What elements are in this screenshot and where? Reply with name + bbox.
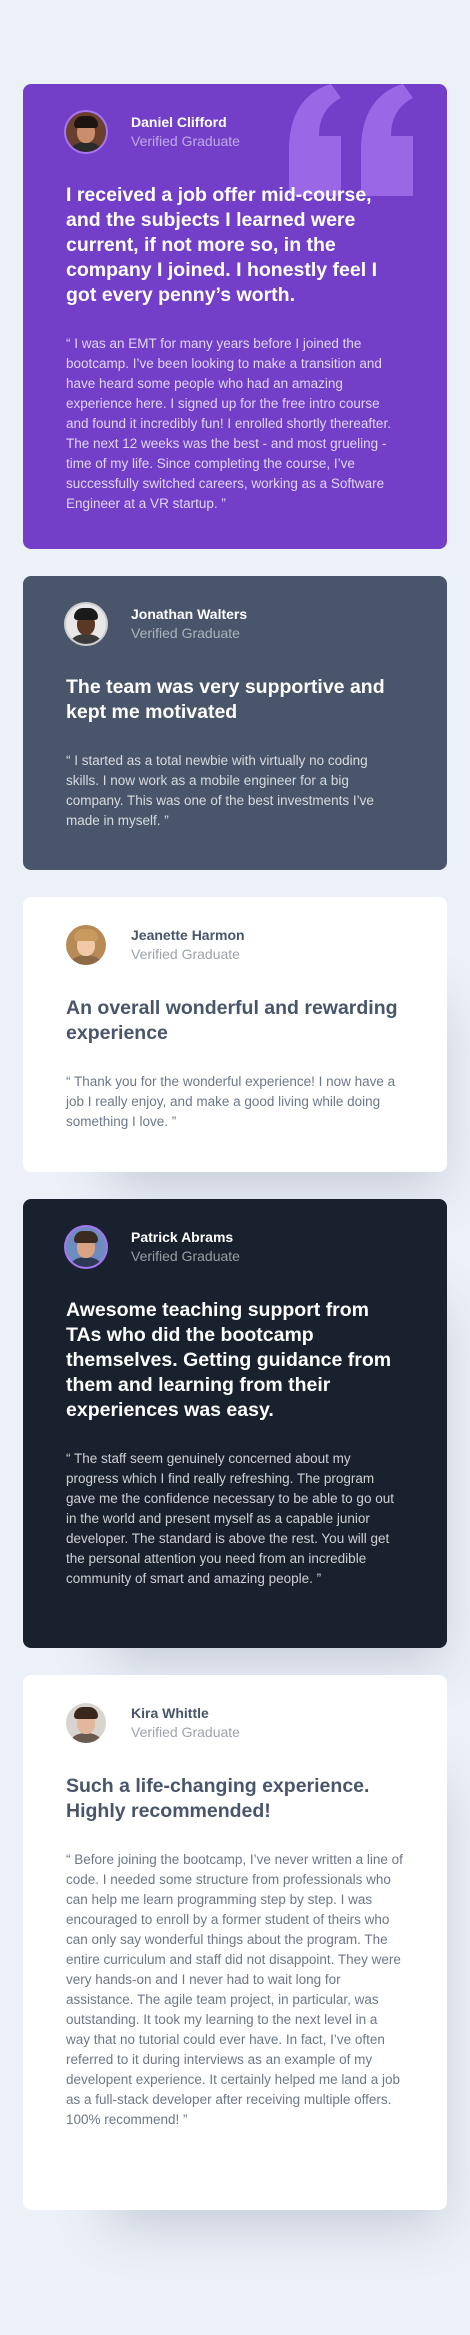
testimonial-quote: “ The staff seem genuinely concerned abo… (66, 1451, 394, 1586)
testimonial-card-patrick: Patrick Abrams Verified Graduate Awesome… (23, 1199, 447, 1648)
avatar-kira (66, 1703, 106, 1743)
testimonial-title: I received a job offer mid-course, and t… (66, 184, 377, 306)
author-name: Kira Whittle (131, 1705, 209, 1721)
author-info: Jonathan Walters Verified Graduate (131, 605, 247, 643)
testimonial-card-kira: Kira Whittle Verified Graduate Such a li… (23, 1675, 447, 2210)
testimonial-quote: “ I started as a total newbie with virtu… (66, 753, 374, 828)
author-info: Kira Whittle Verified Graduate (131, 1704, 240, 1742)
testimonial-header: Jeanette Harmon Verified Graduate (66, 925, 403, 965)
testimonial-header: Kira Whittle Verified Graduate (66, 1703, 403, 1743)
author-name: Daniel Clifford (131, 114, 227, 130)
testimonial-title: Such a life-changing experience. Highly … (66, 1775, 370, 1822)
author-name: Jonathan Walters (131, 606, 248, 622)
author-role: Verified Graduate (131, 133, 240, 149)
author-role: Verified Graduate (131, 1724, 240, 1740)
testimonial-card-daniel: Daniel Clifford Verified Graduate I rece… (23, 84, 447, 549)
testimonial-title: Awesome teaching support from TAs who di… (66, 1299, 392, 1421)
author-role: Verified Graduate (131, 946, 240, 962)
avatar-jonathan (66, 604, 106, 644)
testimonial-quote: “ Before joining the bootcamp, I’ve neve… (66, 1852, 403, 2127)
author-role: Verified Graduate (131, 1248, 240, 1264)
avatar-patrick (66, 1227, 106, 1267)
author-role: Verified Graduate (131, 625, 240, 641)
testimonial-header: Jonathan Walters Verified Graduate (66, 604, 403, 644)
testimonial-card-jeanette: Jeanette Harmon Verified Graduate An ove… (23, 897, 447, 1172)
author-name: Jeanette Harmon (131, 927, 245, 943)
testimonial-header: Patrick Abrams Verified Graduate (66, 1227, 403, 1267)
testimonial-header: Daniel Clifford Verified Graduate (66, 112, 403, 152)
testimonial-card-jonathan: Jonathan Walters Verified Graduate The t… (23, 576, 447, 870)
testimonial-quote: “ Thank you for the wonderful experience… (66, 1074, 396, 1129)
author-info: Patrick Abrams Verified Graduate (131, 1228, 240, 1266)
avatar-jeanette (66, 925, 106, 965)
testimonial-title: An overall wonderful and rewarding exper… (66, 997, 398, 1044)
author-info: Daniel Clifford Verified Graduate (131, 113, 240, 151)
testimonial-title: The team was very supportive and kept me… (66, 676, 385, 723)
author-info: Jeanette Harmon Verified Graduate (131, 926, 245, 964)
testimonial-quote: “ I was an EMT for many years before I j… (66, 336, 391, 511)
author-name: Patrick Abrams (131, 1229, 234, 1245)
avatar-daniel (66, 112, 106, 152)
